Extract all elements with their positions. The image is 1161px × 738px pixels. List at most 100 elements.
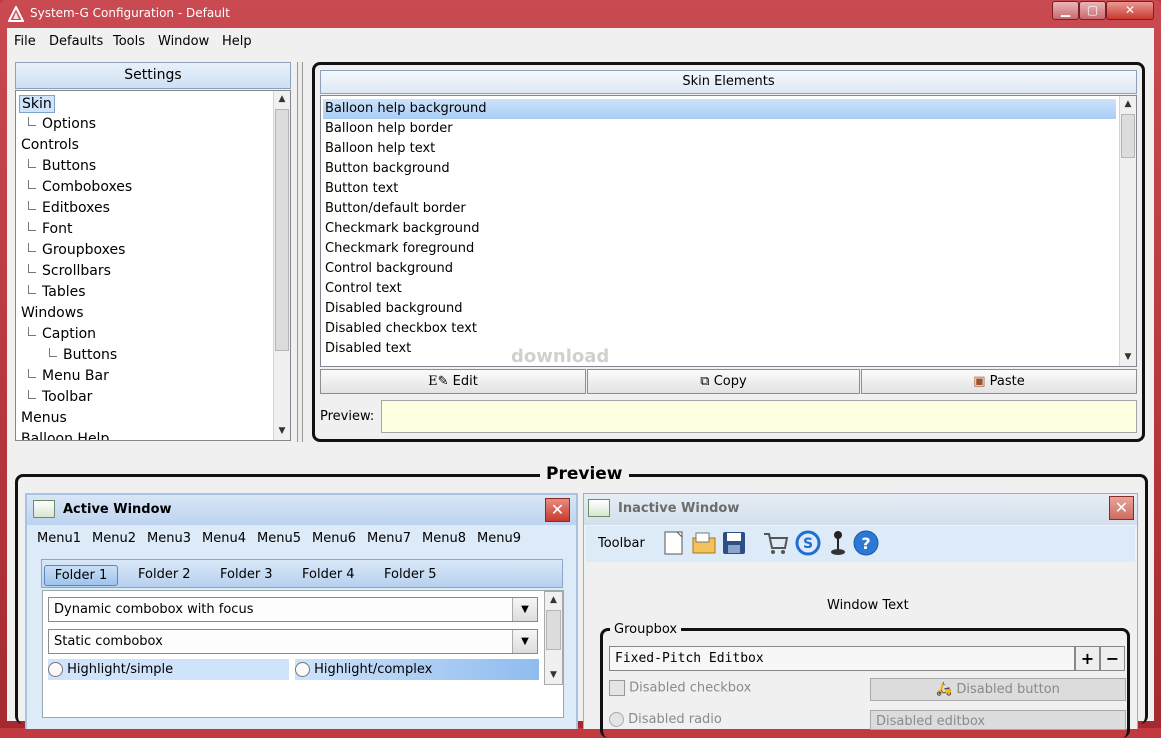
tree-item-balloon-help[interactable]: Balloon Help: [21, 431, 109, 440]
copy-button[interactable]: ⧉ Copy: [587, 369, 860, 394]
list-item[interactable]: Checkmark foreground: [325, 239, 474, 259]
new-document-icon[interactable]: [660, 529, 688, 557]
tree-item-font[interactable]: Font: [42, 221, 72, 237]
menu-help[interactable]: Help: [222, 34, 252, 49]
list-item[interactable]: Balloon help text: [325, 139, 435, 159]
plus-button[interactable]: +: [1075, 646, 1100, 671]
radio-highlight-simple[interactable]: Highlight/simple: [48, 659, 289, 680]
close-button[interactable]: ✕: [1106, 1, 1154, 20]
tab-folder-3[interactable]: Folder 3: [220, 565, 273, 586]
tab-folder-1[interactable]: Folder 1: [44, 565, 118, 586]
list-item[interactable]: Control background: [325, 259, 453, 279]
title-bar[interactable]: System-G Configuration - Default ▁ ▢ ✕: [0, 0, 1161, 28]
skin-elements-list[interactable]: Balloon help background Balloon help bor…: [320, 95, 1137, 367]
scroll-down-arrow-icon[interactable]: ▼: [545, 667, 562, 684]
joystick-icon[interactable]: [824, 529, 852, 557]
settings-tree[interactable]: Skin Options Controls Buttons Comboboxes…: [15, 90, 291, 441]
list-item[interactable]: Control text: [325, 279, 402, 299]
radio-highlight-complex[interactable]: Highlight/complex: [295, 659, 539, 680]
close-icon[interactable]: ✕: [1109, 496, 1134, 520]
tree-item-scrollbars[interactable]: Scrollbars: [42, 263, 111, 279]
tree-scrollbar[interactable]: ▲ ▼: [273, 91, 290, 440]
preview-menu-8[interactable]: Menu8: [422, 531, 466, 546]
shopping-cart-icon[interactable]: [762, 529, 790, 557]
chevron-down-icon[interactable]: ▼: [512, 598, 537, 621]
edit-pencil-icon: E✎: [428, 374, 449, 389]
edit-button[interactable]: E✎ Edit: [320, 369, 586, 394]
dynamic-combobox[interactable]: Dynamic combobox with focus ▼: [48, 597, 538, 622]
preview-menu-3[interactable]: Menu3: [147, 531, 191, 546]
scroll-thumb[interactable]: [275, 109, 289, 351]
preview-menu-2[interactable]: Menu2: [92, 531, 136, 546]
menu-defaults[interactable]: Defaults: [49, 34, 103, 49]
tree-item-options[interactable]: Options: [42, 116, 96, 132]
tree-item-buttons[interactable]: Buttons: [42, 158, 96, 174]
tab-folder-2[interactable]: Folder 2: [138, 565, 191, 586]
list-item[interactable]: Disabled background: [325, 299, 463, 319]
list-item[interactable]: Disabled checkbox text: [325, 319, 477, 339]
tree-item-editboxes[interactable]: Editboxes: [42, 200, 110, 216]
preview-menu-6[interactable]: Menu6: [312, 531, 356, 546]
open-folder-icon[interactable]: [690, 529, 718, 557]
scroll-thumb[interactable]: [546, 610, 561, 650]
copy-button-label: Copy: [713, 374, 747, 389]
preview-menu-7[interactable]: Menu7: [367, 531, 411, 546]
tree-item-menu-bar[interactable]: Menu Bar: [42, 368, 109, 384]
scroll-up-arrow-icon[interactable]: ▲: [545, 592, 562, 609]
disabled-radio[interactable]: Disabled radio: [609, 712, 722, 727]
help-question-icon[interactable]: ?: [852, 529, 880, 557]
panel-splitter[interactable]: [297, 62, 303, 442]
tree-item-windows[interactable]: Windows: [21, 305, 84, 321]
tree-connector: [28, 327, 36, 336]
preview-scrollbar[interactable]: ▲ ▼: [544, 591, 563, 685]
tree-item-caption[interactable]: Caption: [42, 326, 96, 342]
minus-button[interactable]: −: [1100, 646, 1125, 671]
menu-window[interactable]: Window: [158, 34, 209, 49]
scroll-up-arrow-icon[interactable]: ▲: [274, 91, 290, 108]
preview-menu-1[interactable]: Menu1: [37, 531, 81, 546]
skin-elements-header[interactable]: Skin Elements: [320, 70, 1137, 94]
fixed-pitch-editbox[interactable]: Fixed-Pitch Editbox: [609, 646, 1075, 671]
tab-folder-4[interactable]: Folder 4: [302, 565, 355, 586]
tree-item-controls[interactable]: Controls: [21, 137, 79, 153]
skin-list-scrollbar[interactable]: ▲ ▼: [1119, 96, 1136, 366]
list-item[interactable]: Button/default border: [325, 199, 466, 219]
tree-item-caption-buttons[interactable]: Buttons: [63, 347, 117, 363]
minimize-button[interactable]: ▁: [1052, 1, 1079, 20]
list-item[interactable]: Checkmark background: [325, 219, 480, 239]
static-combobox[interactable]: Static combobox ▼: [48, 629, 538, 654]
save-disk-icon[interactable]: [720, 529, 748, 557]
chevron-down-icon[interactable]: ▼: [512, 630, 537, 653]
preview-menu-4[interactable]: Menu4: [202, 531, 246, 546]
list-item[interactable]: Button text: [325, 179, 398, 199]
scroll-down-arrow-icon[interactable]: ▼: [274, 423, 290, 440]
list-item[interactable]: Button background: [325, 159, 450, 179]
tree-item-menus[interactable]: Menus: [21, 410, 67, 426]
scroll-up-arrow-icon[interactable]: ▲: [1120, 96, 1136, 113]
settings-header[interactable]: Settings: [15, 62, 291, 89]
scroll-thumb[interactable]: [1121, 114, 1135, 158]
close-icon[interactable]: ✕: [545, 498, 570, 522]
disabled-checkbox[interactable]: Disabled checkbox: [609, 680, 751, 696]
disabled-editbox[interactable]: Disabled editbox: [870, 710, 1126, 730]
maximize-button[interactable]: ▢: [1079, 1, 1106, 20]
scroll-down-arrow-icon[interactable]: ▼: [1120, 349, 1136, 366]
tree-item-toolbar[interactable]: Toolbar: [42, 389, 92, 405]
paste-button[interactable]: ▣ Paste: [861, 369, 1137, 394]
tree-item-skin[interactable]: Skin: [19, 95, 55, 113]
preview-toolbar: Toolbar S ?: [586, 526, 1135, 562]
preview-menu-5[interactable]: Menu5: [257, 531, 301, 546]
menu-tools[interactable]: Tools: [113, 34, 145, 49]
refresh-s-icon[interactable]: S: [794, 529, 822, 557]
menu-file[interactable]: File: [14, 34, 36, 49]
list-item[interactable]: Balloon help background: [323, 99, 1116, 119]
list-item[interactable]: Balloon help border: [325, 119, 453, 139]
radio-label: Highlight/simple: [67, 662, 174, 677]
list-item[interactable]: Disabled text: [325, 339, 411, 359]
disabled-button[interactable]: 🛵 Disabled button: [870, 678, 1126, 701]
preview-menu-9[interactable]: Menu9: [477, 531, 521, 546]
tree-item-groupboxes[interactable]: Groupboxes: [42, 242, 125, 258]
tab-folder-5[interactable]: Folder 5: [384, 565, 437, 586]
tree-item-comboboxes[interactable]: Comboboxes: [42, 179, 132, 195]
tree-item-tables[interactable]: Tables: [42, 284, 86, 300]
